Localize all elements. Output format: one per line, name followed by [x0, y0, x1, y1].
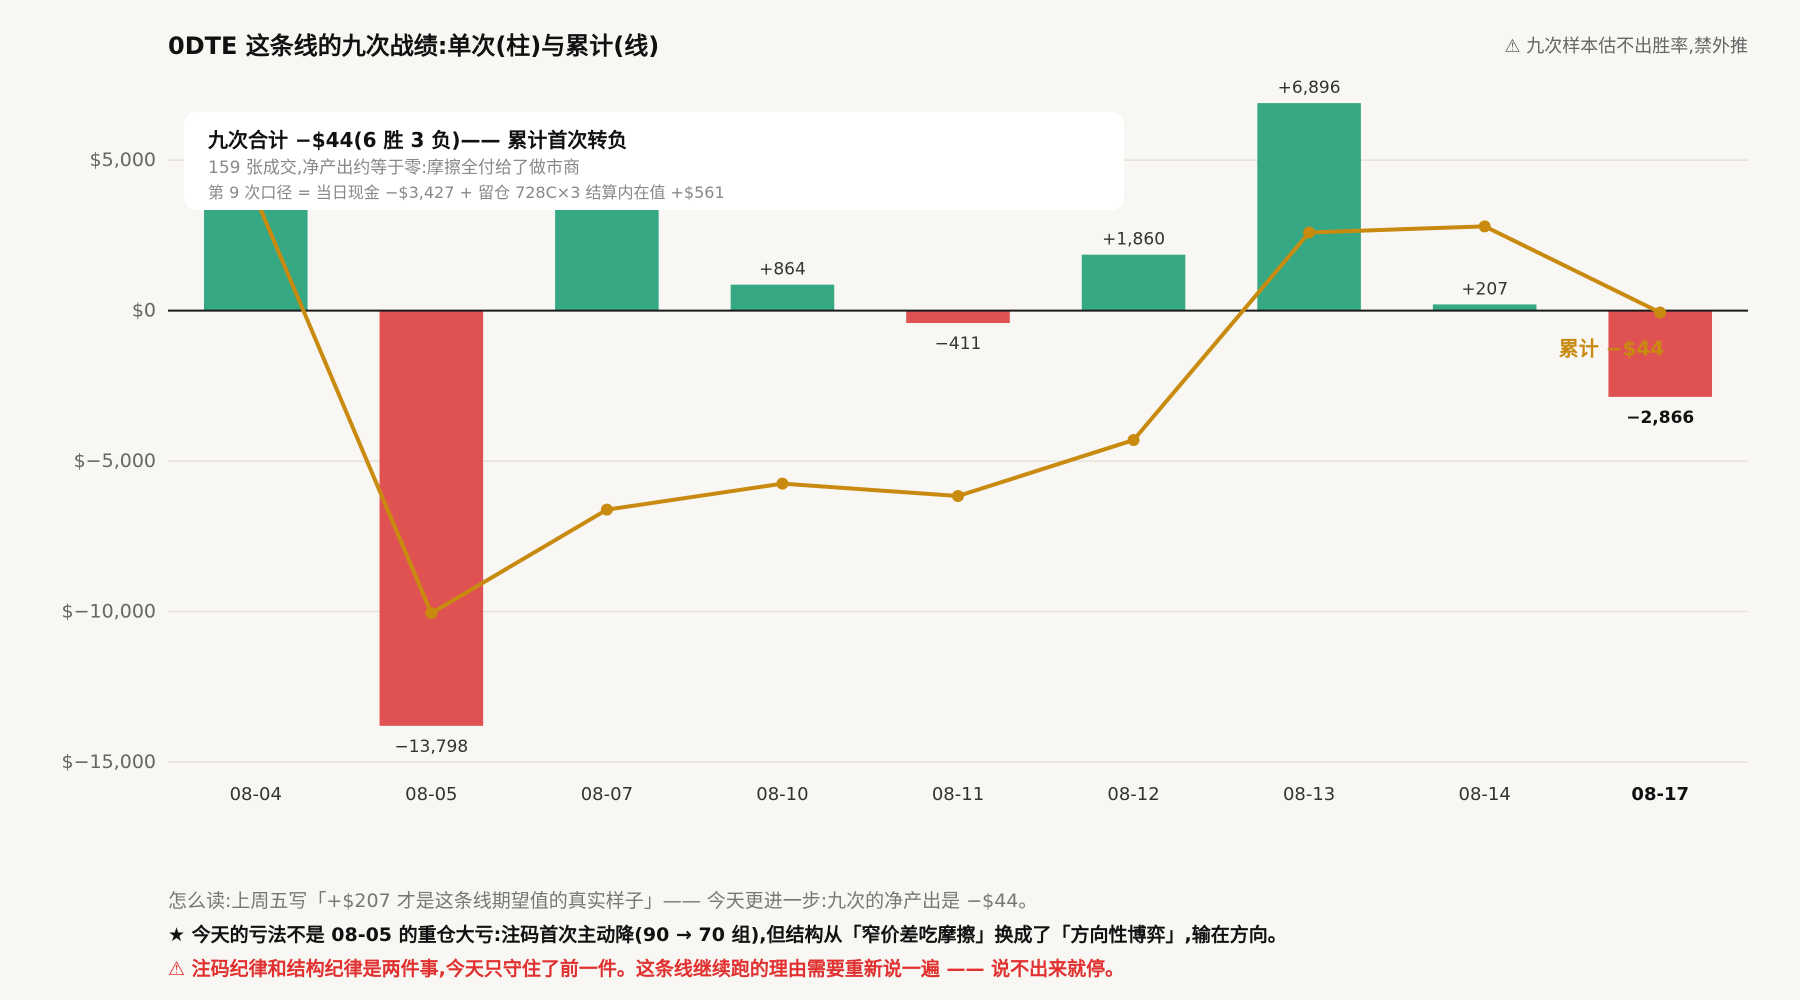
x-tick-label: 08-17 — [1631, 784, 1689, 805]
cumulative-point — [1303, 226, 1316, 239]
y-tick-label: $5,000 — [90, 149, 156, 171]
bar-value-label: +864 — [759, 260, 806, 280]
y-tick-label: $−15,000 — [62, 751, 157, 773]
cumulative-point — [776, 477, 789, 490]
callout-subtitle: 159 张成交,净产出约等于零:摩擦全付给了做市商 — [208, 158, 580, 178]
bar — [730, 284, 835, 311]
cumulative-point — [600, 503, 613, 516]
note-key-point: ★ 今天的亏法不是 08-05 的重仓大亏:注码首次主动降(90 → 70 组)… — [168, 924, 1287, 946]
note-warning: ⚠ 注码纪律和结构纪律是两件事,今天只守住了前一件。这条线继续跑的理由需要重新说… — [168, 958, 1125, 980]
summary-callout: 九次合计 −$44(6 胜 3 负)—— 累计首次转负 159 张成交,净产出约… — [184, 112, 1124, 210]
x-tick-label: 08-07 — [581, 784, 633, 805]
x-tick-label: 08-13 — [1283, 784, 1335, 805]
bar — [906, 310, 1010, 324]
reading-notes: 怎么读:上周五写「+$207 才是这条线期望值的真实样子」—— 今天更进一步:九… — [168, 884, 1768, 986]
bar-value-label: −13,798 — [394, 737, 468, 757]
x-tick-label: 08-14 — [1459, 784, 1511, 805]
cumulative-point — [1127, 434, 1140, 447]
bar-value-label: +207 — [1461, 279, 1508, 299]
cumulative-point — [1478, 220, 1491, 233]
bar — [379, 310, 484, 726]
cumulative-point — [952, 490, 964, 503]
y-tick-label: $−10,000 — [62, 601, 157, 623]
x-tick-label: 08-12 — [1107, 784, 1159, 805]
bar — [1081, 254, 1186, 311]
bar-value-label: −411 — [935, 334, 982, 354]
y-tick-label: $0 — [132, 300, 156, 322]
x-tick-label: 08-05 — [405, 784, 457, 805]
x-tick-label: 08-10 — [756, 784, 808, 805]
x-tick-label: 08-11 — [932, 784, 984, 805]
bar-value-label: +1,860 — [1102, 230, 1165, 250]
bar — [555, 207, 659, 311]
y-tick-label: $−5,000 — [74, 450, 156, 472]
note-how-to-read: 怎么读:上周五写「+$207 才是这条线期望值的真实样子」—— 今天更进一步:九… — [168, 890, 1038, 912]
bar-value-label: +6,896 — [1278, 78, 1341, 98]
callout-note: 第 9 次口径 = 当日现金 −$3,427 + 留仓 728C×3 结算内在值… — [208, 183, 725, 202]
callout-title: 九次合计 −$44(6 胜 3 负)—— 累计首次转负 — [208, 128, 628, 152]
cumulative-point — [1654, 306, 1667, 319]
cumulative-point — [425, 607, 438, 620]
bar — [1257, 103, 1361, 311]
x-tick-label: 08-04 — [230, 784, 282, 805]
cumulative-end-label: 累计 −$44 — [1559, 337, 1664, 361]
bar-value-label: −2,866 — [1626, 408, 1694, 428]
bar — [203, 197, 308, 311]
